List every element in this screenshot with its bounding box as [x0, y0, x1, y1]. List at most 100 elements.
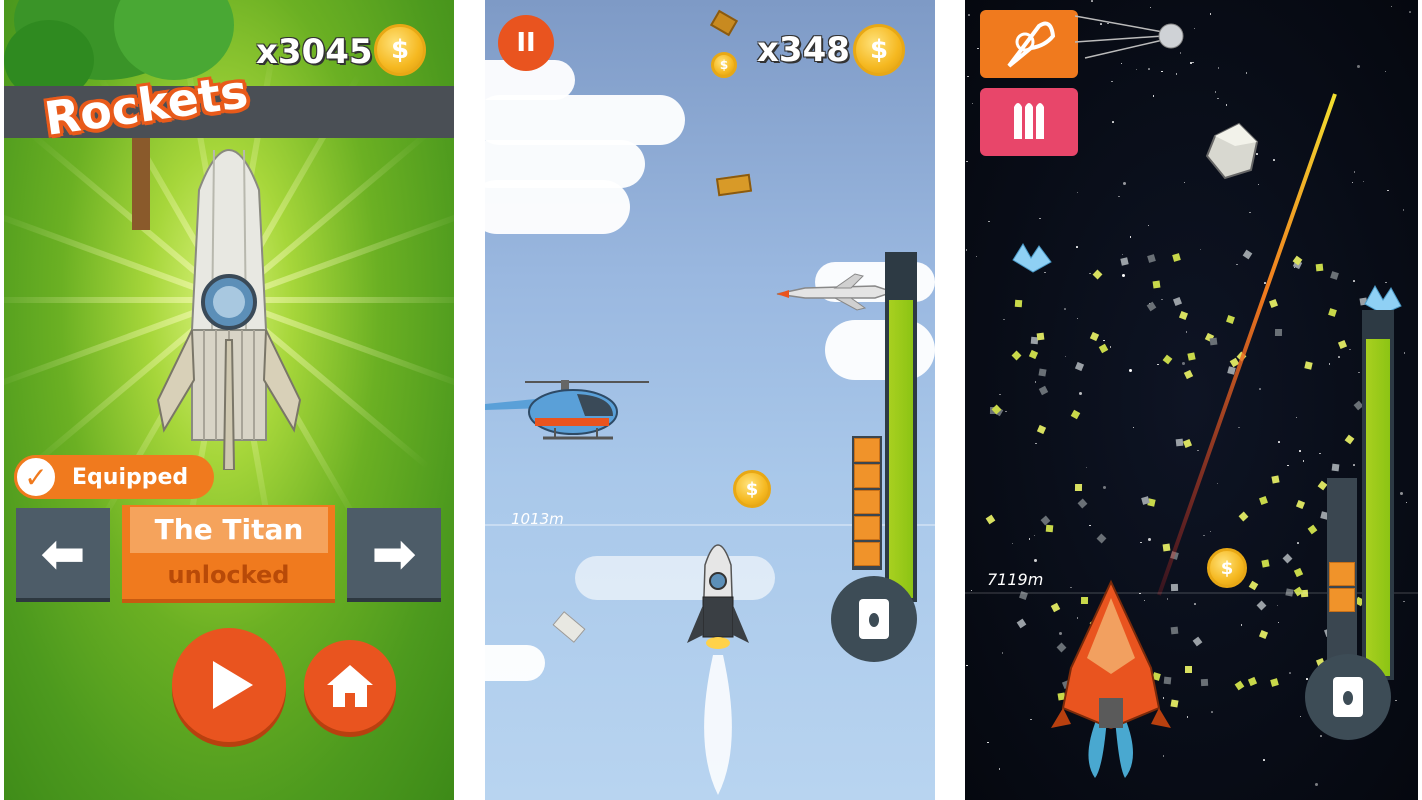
fuel-level	[1366, 339, 1390, 676]
pause-button[interactable]: II	[498, 15, 554, 71]
boost-gauge	[1327, 478, 1357, 668]
space-debris	[1038, 368, 1047, 377]
star	[1211, 711, 1213, 713]
star	[1089, 524, 1091, 527]
star	[1109, 346, 1112, 348]
star	[1112, 121, 1114, 123]
home-icon	[327, 665, 373, 707]
star	[1003, 318, 1005, 321]
coin-icon: $	[374, 24, 426, 76]
rocket-name: The Titan	[130, 507, 328, 553]
coin-pickup: $	[1207, 548, 1247, 588]
jet-obstacle	[776, 273, 895, 311]
star	[1349, 348, 1351, 351]
fuel-can-icon	[1333, 677, 1363, 717]
rocket-titan-model	[156, 149, 302, 470]
boost-segment	[854, 542, 880, 566]
fuel-level	[889, 300, 913, 598]
rocket-shop-screen: x3045 $ Rockets ✓ Equipped ⬅ The Titan u…	[4, 0, 454, 800]
star	[1387, 189, 1389, 192]
crystal-pickup	[1012, 243, 1052, 273]
distance-marker: 7119m	[987, 570, 1044, 589]
space-debris	[1036, 332, 1044, 341]
star	[998, 768, 1001, 770]
coin-pickup: $	[733, 470, 771, 508]
star	[1402, 209, 1405, 211]
fire-powerup-icon	[1007, 21, 1056, 68]
arrow-right-icon: ➡	[371, 521, 417, 585]
star	[1289, 672, 1291, 674]
player-rocket	[687, 544, 749, 795]
space-debris	[1014, 300, 1022, 308]
rocket-status: unlocked	[167, 561, 290, 589]
coin-count: x3045	[256, 32, 373, 72]
star	[1390, 5, 1393, 8]
boost-segment	[854, 516, 880, 540]
pause-icon: II	[516, 28, 536, 58]
fire-powerup-button[interactable]	[980, 10, 1078, 78]
star	[1111, 80, 1113, 83]
star	[1353, 464, 1355, 466]
home-button[interactable]	[304, 640, 396, 732]
star	[1320, 735, 1322, 737]
star	[1403, 352, 1406, 354]
fuel-gauge	[1362, 310, 1394, 680]
fuel-button[interactable]	[1305, 654, 1391, 740]
boost-segment	[1329, 562, 1355, 586]
space-debris	[1185, 666, 1193, 674]
star	[968, 14, 970, 16]
coin-icon: $	[853, 24, 905, 76]
star	[1033, 558, 1037, 562]
space-debris	[1171, 626, 1179, 635]
star	[1064, 308, 1066, 310]
cloud	[485, 645, 545, 681]
star	[1353, 280, 1355, 282]
space-debris	[1075, 484, 1083, 492]
coin-icon: $	[711, 52, 737, 78]
star	[1161, 70, 1163, 73]
star	[1148, 68, 1150, 70]
star	[1076, 191, 1079, 194]
space-flight-screen: 7119m $	[965, 0, 1418, 800]
star	[1409, 11, 1411, 13]
fuel-gauge	[885, 252, 917, 602]
play-icon	[213, 661, 253, 709]
equipped-badge: ✓ Equipped	[14, 455, 214, 499]
space-debris	[1045, 524, 1053, 533]
star	[1091, 0, 1093, 2]
cloud	[825, 320, 935, 380]
space-debris	[1200, 679, 1209, 687]
star	[1194, 603, 1196, 605]
coin-count: x348	[757, 30, 850, 70]
prev-rocket-button[interactable]: ⬅	[16, 508, 110, 602]
star	[1005, 410, 1007, 412]
fuel-button[interactable]	[831, 576, 917, 662]
boost-segment	[854, 464, 880, 488]
cloud	[485, 180, 630, 234]
boost-gauge	[852, 436, 882, 570]
fuel-can-icon	[859, 599, 889, 639]
star	[1034, 381, 1037, 383]
bullets-powerup-button[interactable]	[980, 88, 1078, 156]
satellite	[1075, 15, 1184, 59]
equipped-label: Equipped	[72, 464, 189, 490]
checkmark-icon: ✓	[14, 455, 58, 499]
star	[1076, 317, 1079, 320]
star	[967, 75, 969, 78]
sky-flight-screen: II $ x348 $ $ 1013m	[485, 0, 935, 800]
laser-beam	[1157, 93, 1337, 596]
helicopter-obstacle	[485, 380, 649, 440]
star	[1403, 600, 1405, 603]
player-ship	[1051, 579, 1171, 778]
boost-segment	[854, 438, 880, 462]
star	[1035, 442, 1037, 445]
distance-marker: 1013m	[511, 510, 564, 528]
star	[1209, 13, 1212, 15]
cloud	[485, 95, 685, 145]
star	[1089, 272, 1091, 275]
play-button[interactable]	[172, 628, 286, 742]
arrow-left-icon: ⬅	[40, 521, 86, 585]
next-rocket-button[interactable]: ➡	[347, 508, 441, 602]
rocket-name-card: The Titan unlocked	[122, 505, 335, 603]
star	[1263, 759, 1265, 761]
